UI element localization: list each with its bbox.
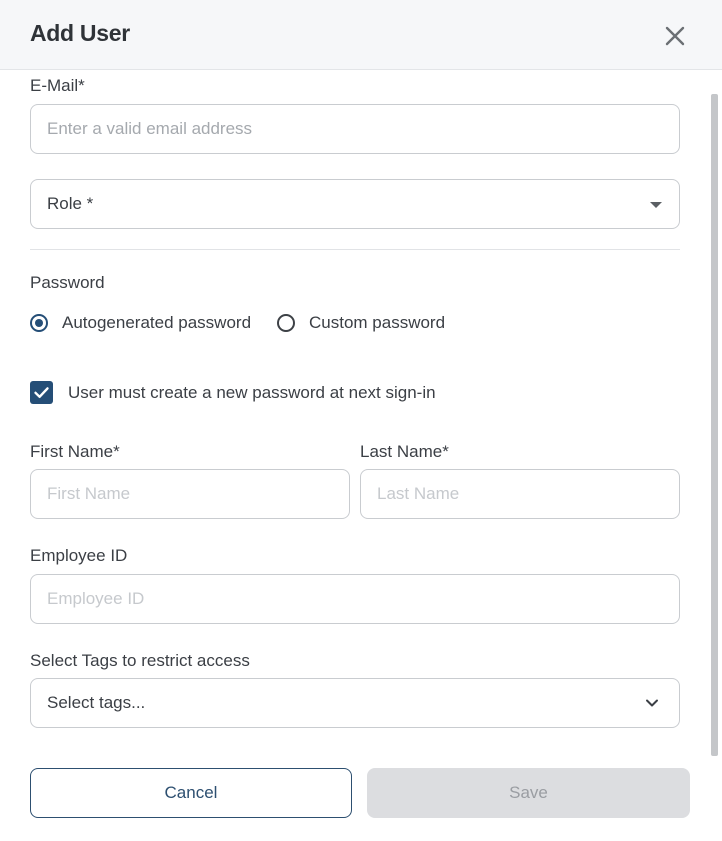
- radio-button-checked[interactable]: [30, 314, 48, 332]
- tags-label: Select Tags to restrict access: [30, 651, 250, 670]
- chevron-down-icon: [646, 699, 658, 707]
- radio-button-unchecked[interactable]: [277, 314, 295, 332]
- radio-label-custom: Custom password: [309, 313, 446, 332]
- dialog-header: Add User: [0, 0, 722, 70]
- radio-custom-password[interactable]: Custom password: [277, 312, 445, 334]
- last-name-input[interactable]: [360, 469, 680, 519]
- radio-label-autogenerated: Autogenerated password: [62, 313, 252, 332]
- save-button[interactable]: Save: [367, 768, 690, 818]
- close-icon: [665, 26, 685, 46]
- email-label: E-Mail*: [30, 76, 85, 95]
- employee-id-label: Employee ID: [30, 546, 128, 565]
- email-input[interactable]: [30, 104, 680, 154]
- password-label: Password: [30, 273, 105, 292]
- role-select-value: Role *: [47, 194, 94, 213]
- tags-select-value: Select tags...: [47, 693, 146, 712]
- first-name-input[interactable]: [30, 469, 350, 519]
- first-name-label: First Name*: [30, 442, 120, 461]
- force-reset-label: User must create a new password at next …: [68, 383, 436, 402]
- last-name-label: Last Name*: [360, 442, 449, 461]
- section-divider: [30, 249, 680, 250]
- role-select[interactable]: Role *: [30, 179, 680, 229]
- checkmark-icon: [34, 387, 49, 398]
- caret-down-icon: [650, 202, 662, 208]
- close-button[interactable]: [662, 23, 688, 49]
- radio-autogenerated-password[interactable]: Autogenerated password: [30, 312, 251, 334]
- dialog-title: Add User: [30, 20, 130, 46]
- force-reset-checkbox[interactable]: [30, 381, 53, 404]
- employee-id-input[interactable]: [30, 574, 680, 624]
- add-user-dialog: Add User E-Mail* Role * Password Autogen…: [0, 0, 722, 841]
- scrollbar[interactable]: [711, 94, 718, 756]
- tags-select[interactable]: Select tags...: [30, 678, 680, 728]
- cancel-button[interactable]: Cancel: [30, 768, 352, 818]
